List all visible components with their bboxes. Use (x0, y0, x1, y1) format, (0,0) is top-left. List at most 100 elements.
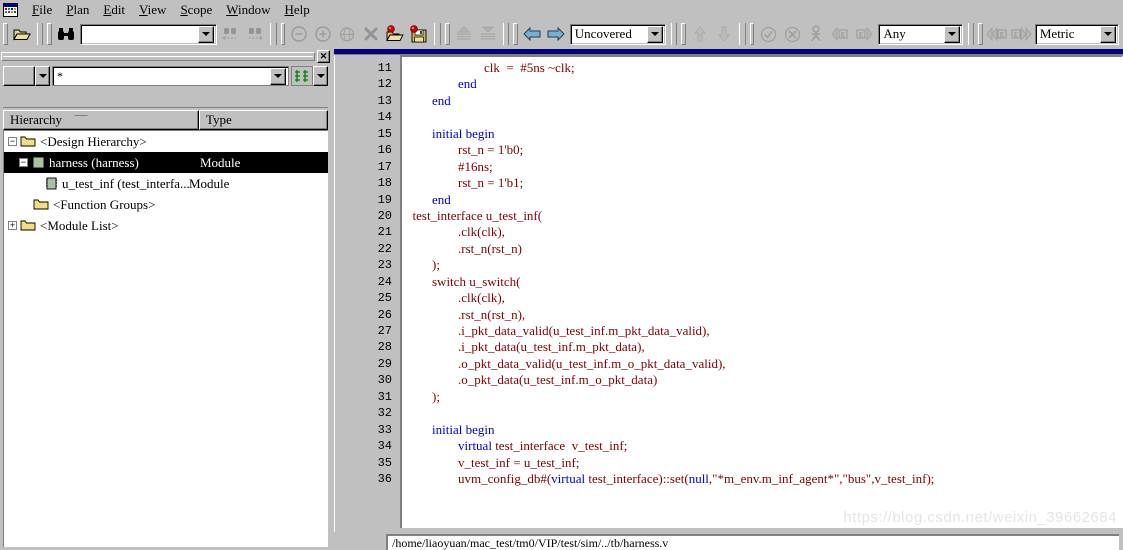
prev-exclusion-icon[interactable]: E (828, 22, 853, 46)
chevron-down-icon-5[interactable] (270, 67, 286, 85)
find-next-icon[interactable] (242, 22, 267, 46)
annotate-down-icon[interactable]: P (712, 22, 737, 46)
line-number: 21 (377, 225, 392, 240)
save-test-icon[interactable] (407, 22, 432, 46)
menu-item-window[interactable]: Window (219, 1, 277, 18)
sort-chevron-icon[interactable] (313, 66, 328, 86)
menu-item-edit[interactable]: Edit (96, 1, 132, 18)
code-line[interactable]: test_interface u_test_inf( (402, 208, 1122, 224)
code-line[interactable]: end (402, 76, 1122, 92)
code-line[interactable]: .i_pkt_data_valid(u_test_inf.m_pkt_data_… (402, 323, 1122, 339)
expander-icon[interactable]: − (19, 158, 28, 167)
filter-type-combo[interactable]: Any (878, 23, 963, 45)
expander-icon[interactable]: − (8, 137, 17, 146)
code-line[interactable]: clk = #5ns ~clk; (402, 60, 1122, 76)
filter-type-value[interactable]: Any (883, 26, 943, 42)
list-item[interactable]: − harness (harness) Module (4, 152, 328, 173)
cancel-circle-icon[interactable] (780, 22, 805, 46)
find-previous-icon[interactable] (218, 22, 243, 46)
toolbar-grip-5[interactable] (513, 23, 518, 45)
code-line[interactable]: .clk(clk), (402, 290, 1122, 306)
list-item[interactable]: u_test_inf (test_interfa... Module (4, 173, 328, 194)
filter-scope-chevron-icon[interactable] (35, 66, 50, 86)
source-code-text[interactable]: clk = #5ns ~clk; end end initial begin r… (400, 55, 1123, 532)
menu-item-scope[interactable]: Scope (173, 1, 219, 18)
search-combo[interactable] (80, 23, 217, 45)
list-item[interactable]: − <Design Hierarchy> (4, 131, 328, 152)
code-line[interactable]: virtual test_interface v_test_inf; (402, 438, 1122, 454)
toolbar-grip[interactable] (3, 23, 8, 45)
close-icon[interactable]: ✕ (317, 50, 330, 63)
zoom-out-icon[interactable] (287, 22, 312, 46)
code-line[interactable]: end (402, 93, 1122, 109)
toolbar-grip-6[interactable] (681, 23, 687, 45)
code-line[interactable]: #16ns; (402, 159, 1122, 175)
line-number: 17 (377, 159, 392, 174)
dock-drag-handle[interactable] (1, 52, 315, 61)
folder-icon (33, 198, 49, 211)
expander-icon[interactable]: + (8, 221, 17, 230)
view-mode-combo[interactable]: Uncovered (569, 23, 666, 45)
code-line[interactable] (402, 405, 1122, 421)
toolbar-grip-3[interactable] (280, 23, 286, 45)
code-line[interactable]: .rst_n(rst_n) (402, 241, 1122, 257)
next-exclusion-icon[interactable]: E (852, 22, 877, 46)
code-line[interactable]: switch u_switch( (402, 274, 1122, 290)
open-folder-icon[interactable] (9, 22, 34, 46)
code-line[interactable]: initial begin (402, 422, 1122, 438)
code-line[interactable]: v_test_inf = u_test_inf; (402, 455, 1122, 471)
code-line[interactable]: .rst_n(rst_n), (402, 307, 1122, 323)
binoculars-icon[interactable] (54, 22, 79, 46)
view-mode-value[interactable]: Uncovered (575, 26, 647, 42)
code-line[interactable]: initial begin (402, 126, 1122, 142)
metric-mode-value[interactable]: Metric (1040, 26, 1100, 42)
column-header-hierarchy[interactable]: Hierarchy (3, 110, 199, 130)
toolbar-grip-2[interactable] (47, 23, 53, 45)
code-line[interactable]: rst_n = 1'b0; (402, 142, 1122, 158)
menu-item-view[interactable]: View (132, 1, 173, 18)
load-test-icon[interactable] (383, 22, 408, 46)
menu-item-file[interactable]: File (25, 1, 59, 18)
next-metric-icon[interactable]: E (1008, 22, 1033, 46)
filter-scope-input[interactable] (3, 66, 35, 86)
menu-item-help[interactable]: Help (277, 1, 316, 18)
code-line[interactable]: ); (402, 389, 1122, 405)
back-arrow-icon[interactable] (519, 22, 544, 46)
delete-x-icon[interactable] (359, 22, 384, 46)
code-line[interactable]: .i_pkt_data(u_test_inf.m_pkt_data), (402, 339, 1122, 355)
toolbar-grip-7[interactable] (749, 23, 755, 45)
toolbar-grip-4[interactable] (444, 23, 450, 45)
merge-up-icon[interactable] (451, 22, 476, 46)
code-line[interactable]: rst_n = 1'b1; (402, 175, 1122, 191)
zoom-in-icon[interactable] (311, 22, 336, 46)
hierarchy-tree-body[interactable]: − <Design Hierarchy> − harness (harness)… (3, 130, 328, 547)
chevron-down-icon-4[interactable] (1100, 25, 1117, 43)
sort-toggle-icon[interactable] (291, 66, 313, 86)
annotate-up-icon[interactable]: P (688, 22, 713, 46)
prev-metric-icon[interactable]: E (984, 22, 1009, 46)
globe-icon[interactable] (335, 22, 360, 46)
code-line[interactable]: .o_pkt_data_valid(u_test_inf.m_o_pkt_dat… (402, 356, 1122, 372)
code-line[interactable]: end (402, 192, 1122, 208)
code-line[interactable] (402, 109, 1122, 125)
code-line[interactable]: ); (402, 257, 1122, 273)
list-item[interactable]: <Function Groups> (4, 194, 328, 215)
merge-down-icon[interactable] (475, 22, 500, 46)
exclude-icon[interactable] (804, 22, 829, 46)
code-line[interactable]: .o_pkt_data(u_test_inf.m_o_pkt_data) (402, 372, 1122, 388)
forward-arrow-icon[interactable] (543, 22, 568, 46)
toolbar-grip-8[interactable] (978, 23, 983, 45)
chevron-down-icon-2[interactable] (646, 25, 663, 43)
menu-item-plan[interactable]: Plan (59, 1, 96, 18)
code-line[interactable]: .clk(clk), (402, 224, 1122, 240)
chevron-down-icon-3[interactable] (943, 25, 960, 43)
code-line[interactable]: uvm_config_db#(virtual test_interface)::… (402, 471, 1122, 487)
check-circle-icon[interactable] (756, 22, 781, 46)
code-text: .rst_n(rst_n), (406, 306, 526, 322)
column-header-type[interactable]: Type (199, 110, 328, 130)
chevron-down-icon[interactable] (197, 25, 214, 43)
hierarchy-filter-combo[interactable]: * (52, 66, 289, 86)
metric-mode-combo[interactable]: Metric (1034, 23, 1120, 45)
hierarchy-filter-input[interactable]: * (57, 69, 270, 84)
list-item[interactable]: + <Module List> (4, 215, 328, 236)
